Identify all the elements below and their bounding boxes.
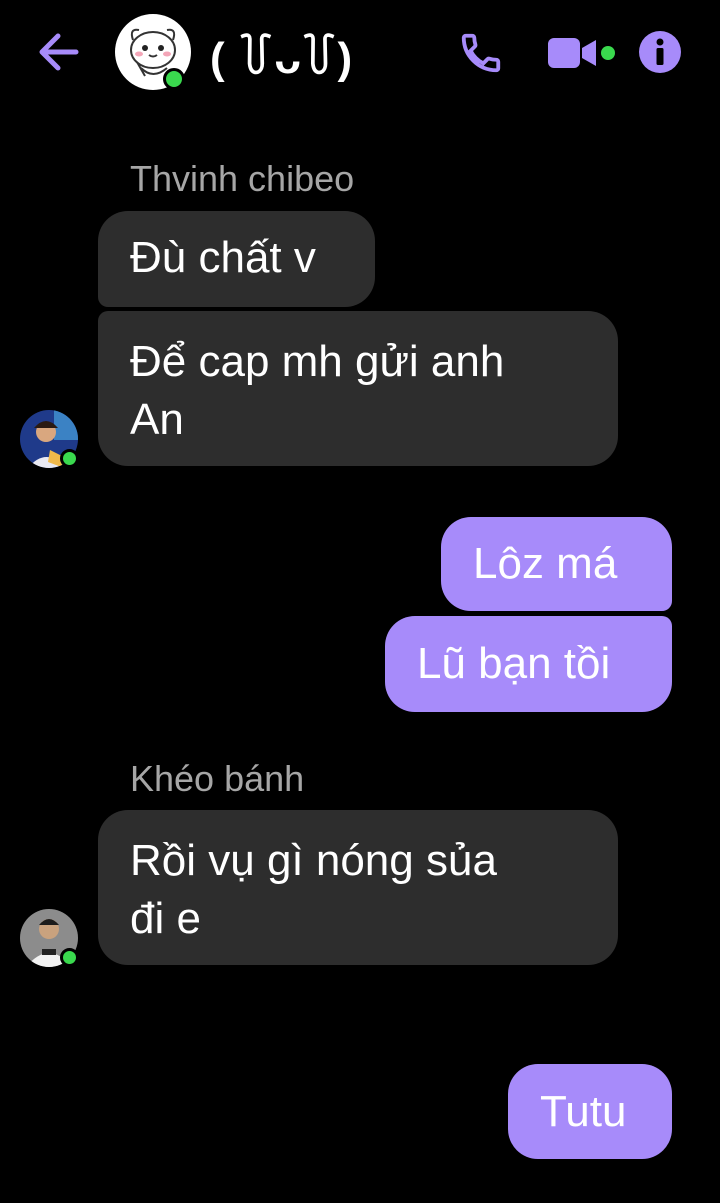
message-text: Lũ bạn tồi (417, 639, 611, 688)
call-button[interactable] (458, 30, 504, 76)
message-bubble-incoming[interactable]: Để cap mh gửi anh An (98, 311, 618, 466)
message-text-line: Để cap mh gửi anh (130, 337, 505, 386)
chat-title[interactable]: ( ꒦ᴗ꒦) (210, 26, 353, 84)
message-bubble-outgoing[interactable]: Lũ bạn tồi (385, 616, 672, 712)
back-button[interactable] (36, 32, 80, 72)
group-avatar[interactable] (115, 14, 191, 90)
phone-icon (461, 33, 501, 73)
sender-name: Thvinh chibeo (130, 158, 355, 199)
online-status-dot (60, 449, 79, 468)
message-text-line: Rồi vụ gì nóng sủa (130, 836, 497, 885)
message-bubble-incoming[interactable]: Đù chất v (98, 211, 375, 307)
chat-header: ( ꒦ᴗ꒦) (0, 0, 720, 110)
message-text: Tutu (540, 1087, 627, 1136)
sender-avatar[interactable] (20, 909, 79, 967)
message-text-line: An (130, 395, 184, 444)
video-camera-icon (548, 38, 615, 68)
video-call-button[interactable] (546, 34, 620, 74)
sender-name: Khéo bánh (130, 758, 305, 799)
online-status-dot (60, 948, 79, 967)
sender-avatar[interactable] (20, 410, 79, 468)
message-text-line: đi e (130, 894, 201, 943)
message-text: Lôz má (473, 539, 618, 588)
online-status-dot (163, 68, 185, 90)
message-bubble-outgoing[interactable]: Tutu (508, 1064, 672, 1159)
info-icon (639, 31, 681, 73)
info-button[interactable] (638, 30, 682, 74)
message-text: Đù chất v (130, 233, 316, 282)
message-bubble-outgoing[interactable]: Lôz má (441, 517, 672, 611)
message-bubble-incoming[interactable]: Rồi vụ gì nóng sủa đi e (98, 810, 618, 965)
arrow-left-icon (39, 33, 79, 71)
